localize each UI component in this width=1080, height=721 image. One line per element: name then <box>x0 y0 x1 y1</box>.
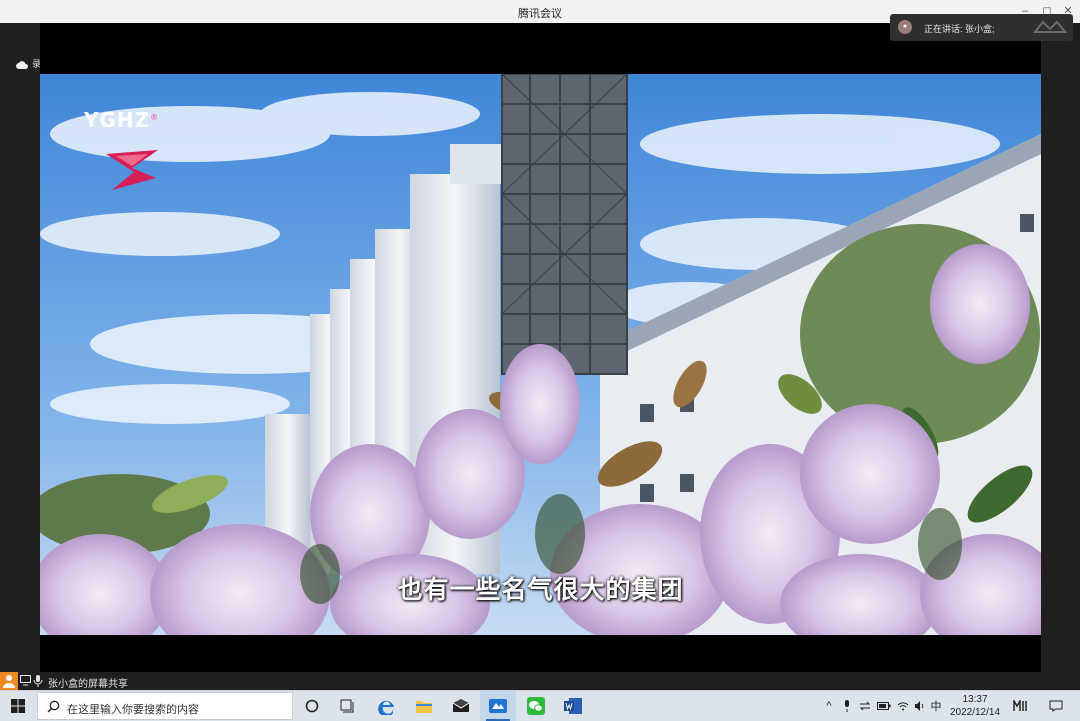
shared-screen-video: YGHZ® 也有一些名气很大的集团 <box>40 74 1041 635</box>
battery-icon[interactable] <box>876 691 892 721</box>
wechat-button[interactable] <box>518 691 554 721</box>
clock-time: 13:37 <box>962 694 988 705</box>
screen-share-label: 张小盒的屏幕共享 <box>48 679 128 690</box>
microphone-icon[interactable] <box>33 675 43 687</box>
file-explorer-button[interactable] <box>406 691 442 721</box>
windows-taskbar: 在这里输入你要搜索的内容 ^ 中 13:37 2022/12/14 <box>0 690 1080 721</box>
tray-microphone-icon[interactable] <box>840 691 854 721</box>
start-button[interactable] <box>0 691 36 721</box>
video-frame-image <box>40 74 1041 635</box>
notification-center-icon[interactable] <box>1044 691 1068 721</box>
search-placeholder: 在这里输入你要搜索的内容 <box>67 704 199 716</box>
ime-indicator[interactable]: 中 <box>929 691 943 721</box>
word-icon <box>564 698 582 714</box>
tencent-meeting-logo-icon <box>1033 20 1067 33</box>
network-icon[interactable] <box>896 691 910 721</box>
clock-date: 2022/12/14 <box>949 707 1001 718</box>
cloud-icon <box>16 60 28 69</box>
windows-logo-icon <box>11 699 25 713</box>
taskbar-clock[interactable]: 13:37 2022/12/14 <box>944 693 1006 719</box>
search-icon <box>47 700 60 713</box>
mail-icon <box>452 699 470 712</box>
tencent-meeting-icon <box>489 699 507 713</box>
folder-icon <box>416 701 432 713</box>
task-view-icon <box>340 699 354 713</box>
video-subtitle: 也有一些名气很大的集团 <box>397 575 684 604</box>
speaker-label: 正在讲话: 张小盒; <box>924 24 995 34</box>
word-button[interactable] <box>555 691 591 721</box>
wechat-icon <box>527 697 545 715</box>
channel-brand-text: YGHZ® <box>84 108 159 132</box>
volume-icon[interactable] <box>913 691 927 721</box>
participants-icon[interactable] <box>0 672 18 690</box>
video-letterbox-bottom <box>40 635 1041 672</box>
speaking-indicator: ● 正在讲话: 张小盒; <box>890 14 1073 41</box>
mail-button[interactable] <box>443 691 479 721</box>
edge-icon <box>378 700 394 715</box>
taskbar-search-input[interactable]: 在这里输入你要搜索的内容 <box>37 692 293 720</box>
input-tool-icon[interactable] <box>1010 691 1032 721</box>
screen-share-bar: 张小盒的屏幕共享 <box>0 672 1080 690</box>
cortana-button[interactable] <box>294 691 330 721</box>
tray-overflow-button[interactable]: ^ <box>822 691 836 721</box>
speaker-avatar: ● <box>898 20 912 34</box>
tray-sync-icon[interactable] <box>858 691 872 721</box>
task-view-button[interactable] <box>330 691 366 721</box>
edge-browser-button[interactable] <box>369 691 405 721</box>
brand-name: YGHZ <box>84 108 151 132</box>
screen-share-icon <box>20 675 31 686</box>
brand-registered-mark: ® <box>150 112 160 122</box>
cortana-circle-icon <box>305 699 319 713</box>
channel-logo-icon <box>106 150 158 190</box>
tencent-meeting-taskbar-button[interactable] <box>480 691 516 721</box>
